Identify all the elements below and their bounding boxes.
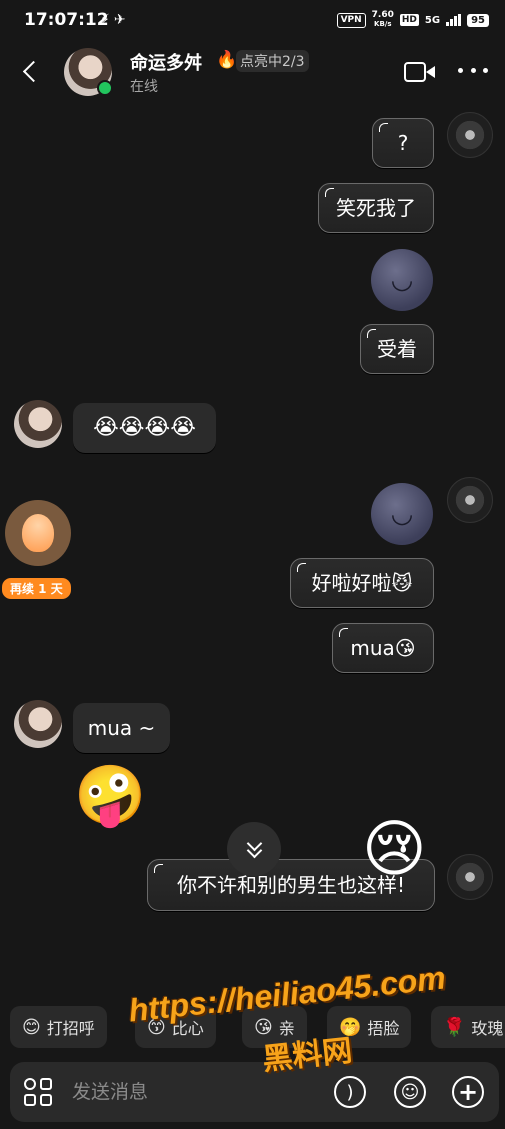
message-text: ? [397, 131, 409, 155]
network-speed-unit: KB/s [374, 20, 392, 28]
quick-reply-chip[interactable]: 😘 亲 [242, 1006, 307, 1048]
moon-face: ◡ [390, 265, 414, 295]
chat-header: 命运多舛 🔥 点亮中2/3 在线 [0, 42, 505, 102]
streak-badge[interactable]: 点亮中2/3 [236, 50, 309, 72]
my-avatar[interactable] [447, 477, 493, 523]
network-type: 5G [424, 14, 441, 26]
hd-badge: HD [399, 14, 419, 26]
message-bubble[interactable]: ? [372, 118, 434, 168]
vpn-badge: VPN [336, 12, 366, 28]
contact-message-avatar[interactable] [14, 700, 62, 748]
message-text: 受着 [377, 337, 417, 361]
quick-reply-bar[interactable]: 😊 打招呼 😙 比心 😘 亲 🤭 捂脸 🌹 玫瑰 [0, 1006, 505, 1052]
fire-icon: 🔥 [216, 50, 238, 70]
chip-label: 玫瑰 [471, 1019, 504, 1038]
quick-reply-chip[interactable]: 🤭 捂脸 [327, 1006, 412, 1048]
online-indicator [97, 80, 113, 96]
message-text: 😭😭😭😭 [93, 415, 196, 440]
quick-reply-chip[interactable]: 😊 打招呼 [10, 1006, 107, 1048]
chip-emoji: 😙 [147, 1016, 166, 1038]
chip-label: 打招呼 [46, 1019, 95, 1038]
message-bubble[interactable]: 受着 [360, 324, 434, 374]
message-text: 笑死我了 [336, 196, 416, 220]
contact-name[interactable]: 命运多舛 [130, 49, 202, 75]
my-avatar[interactable] [447, 112, 493, 158]
moon-emoji[interactable]: ◡ [371, 249, 433, 311]
moon-emoji[interactable]: ◡ [371, 483, 433, 545]
quick-reply-chip[interactable]: 🌹 玫瑰 [431, 1006, 505, 1048]
more-icon[interactable] [458, 68, 488, 76]
moon-face: ◡ [390, 499, 414, 529]
streak-continue-label[interactable]: 再续 1 天 [2, 578, 71, 599]
message-composer: ) ☺ + [10, 1062, 499, 1122]
message-input[interactable] [72, 1076, 322, 1108]
emoji-icon[interactable]: ☺ [394, 1076, 426, 1108]
zany-face-emoji[interactable]: 🤪 [74, 766, 146, 824]
message-bubble[interactable]: mua😘 [332, 623, 434, 673]
chip-emoji: 🌹 [443, 1016, 466, 1038]
quick-reply-chip[interactable]: 😙 比心 [135, 1006, 216, 1048]
status-bar: 17:07:12 ⚡✈ VPN 7.60 KB/s HD 5G 95 [0, 0, 505, 42]
signal-icon [446, 14, 462, 26]
chip-label: 比心 [171, 1019, 204, 1038]
battery-icon: 95 [467, 13, 489, 27]
message-bubble[interactable]: mua ~ [73, 703, 170, 753]
message-bubble[interactable]: 笑死我了 [318, 183, 434, 233]
network-speed: 7.60 KB/s [372, 11, 394, 29]
chip-label: 捂脸 [367, 1019, 400, 1038]
message-bubble[interactable]: 好啦好啦😼 [290, 558, 434, 608]
chip-emoji: 🤭 [339, 1016, 362, 1038]
message-text: mua😘 [350, 636, 416, 660]
status-indicators: VPN 7.60 KB/s HD 5G 95 [336, 11, 489, 29]
notification-icons: ⚡✈ [100, 12, 130, 28]
chip-emoji: 😘 [254, 1016, 273, 1038]
contact-message-avatar[interactable] [14, 400, 62, 448]
video-call-icon[interactable] [404, 62, 436, 84]
status-time: 17:07:12 [24, 10, 109, 30]
pet-icon [22, 514, 54, 552]
message-text: mua ~ [87, 716, 156, 740]
network-speed-value: 7.60 [371, 10, 394, 20]
plus-icon[interactable]: + [452, 1076, 484, 1108]
message-bubble[interactable]: 😭😭😭😭 [73, 403, 216, 453]
chip-emoji: 😊 [22, 1016, 41, 1038]
scroll-to-bottom-icon[interactable] [227, 822, 281, 876]
back-icon[interactable] [20, 56, 42, 86]
presence-status: 在线 [130, 79, 158, 95]
crying-face-emoji: 😢 [362, 812, 427, 885]
apps-icon[interactable] [24, 1078, 54, 1108]
voice-icon[interactable]: ) [334, 1076, 366, 1108]
my-avatar[interactable] [447, 854, 493, 900]
streak-pet[interactable] [5, 500, 71, 566]
chip-label: 亲 [278, 1019, 295, 1038]
message-text: 好啦好啦😼 [311, 571, 413, 595]
